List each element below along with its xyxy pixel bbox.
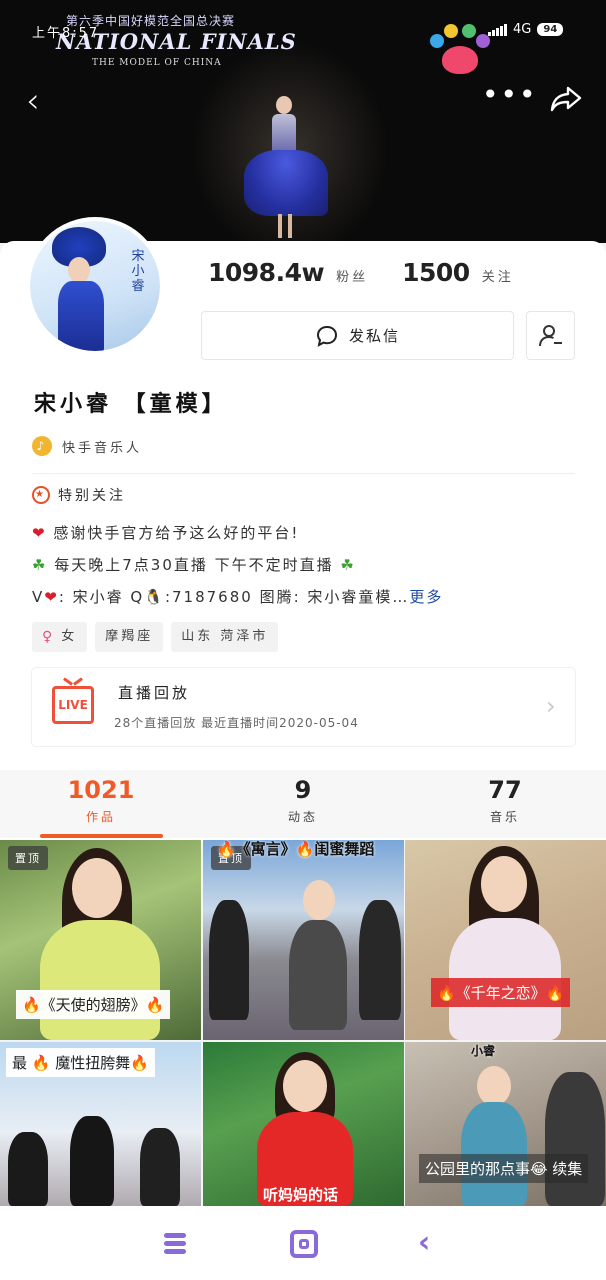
battery-icon: 94 (537, 23, 564, 36)
live-replay-card[interactable]: LIVE 直播回放 28个直播回放 最近直播时间2020-05-04 (32, 668, 575, 746)
role-badge[interactable]: ♪ 快手音乐人 (32, 436, 142, 456)
female-icon: ♀ (42, 629, 56, 645)
fans-count[interactable]: 1098.4w (208, 258, 325, 287)
following-count[interactable]: 1500 (402, 258, 470, 287)
special-follow[interactable]: ★ 特别关注 (32, 485, 126, 505)
video-caption: 🔥《寓言》🔥闺蜜舞蹈 (217, 840, 375, 858)
send-message-button[interactable]: 发私信 (201, 311, 514, 360)
video-caption: 公园里的那点事😂 续集 (419, 1154, 589, 1183)
tag-location: 山东 菏泽市 (171, 622, 279, 652)
heart-icon: ❤ (32, 524, 47, 542)
video-caption: 🔥《千年之恋》🔥 (431, 978, 571, 1007)
tab-active-indicator (40, 834, 163, 838)
divider (32, 473, 575, 474)
heart-icon: ❤ (44, 588, 59, 606)
content-tabs: 1021 作品 9 动态 77 音乐 (0, 770, 606, 838)
video-thumbnail[interactable]: 听妈妈的话 (203, 1042, 404, 1206)
clover-icon: ☘ (32, 556, 48, 574)
profile-nickname: 宋小睿 【童模】 (34, 392, 228, 417)
tag-zodiac: 摩羯座 (95, 622, 164, 652)
system-nav-bar: ‹ (0, 1206, 606, 1280)
follow-user-button[interactable] (526, 311, 575, 360)
event-subtitle: THE MODEL OF CHINA (92, 58, 222, 68)
video-thumbnail[interactable]: 最 🔥 魔性扭胯舞🔥 (0, 1042, 201, 1206)
cover-model-figure (240, 90, 330, 240)
avatar-name-tag: 宋小睿 (131, 249, 145, 294)
more-options-icon[interactable]: ••• (482, 80, 538, 110)
profile-stats: 1098.4w 粉丝 1500 关注 (208, 258, 514, 287)
network-type: 4G (513, 22, 532, 37)
clover-icon: ☘ (340, 556, 356, 574)
video-caption: 听妈妈的话 (263, 1186, 339, 1204)
signal-icon (488, 23, 507, 36)
recent-apps-icon[interactable] (164, 1230, 192, 1258)
live-tv-icon: LIVE (52, 686, 94, 724)
bio-line-1: ❤ 感谢快手官方给予这么好的平台! (32, 524, 300, 542)
star-icon: ★ (32, 486, 50, 504)
live-replay-title: 直播回放 (118, 684, 191, 702)
bio-more-link[interactable]: 更多 (409, 588, 443, 606)
back-nav-icon[interactable]: ‹ (418, 1228, 446, 1258)
role-label: 快手音乐人 (62, 440, 143, 456)
tab-music[interactable]: 77 音乐 (445, 776, 565, 825)
share-icon[interactable] (550, 86, 582, 116)
status-time: 上午8:57 (32, 26, 100, 41)
fans-label[interactable]: 粉丝 (336, 266, 368, 285)
special-follow-label: 特别关注 (58, 488, 126, 504)
video-caption: 🔥《天使的翅膀》🔥 (16, 990, 171, 1019)
live-replay-subtitle: 28个直播回放 最近直播时间2020-05-04 (114, 716, 359, 730)
tab-works[interactable]: 1021 作品 (41, 776, 161, 825)
status-icons: 4G 94 (488, 22, 564, 37)
profile-tags: ♀ 女 摩羯座 山东 菏泽市 (32, 622, 279, 652)
tab-moments[interactable]: 9 动态 (243, 776, 363, 825)
add-user-icon (538, 324, 562, 346)
profile-cover-banner[interactable]: 第六季中国好模范全国总决赛 NATIONAL FINALS THE MODEL … (0, 0, 606, 243)
video-thumbnail[interactable]: 🔥《千年之恋》🔥 (405, 840, 606, 1040)
penguin-icon: 🐧 (144, 588, 165, 606)
back-icon[interactable]: ‹ (26, 84, 40, 118)
avatar[interactable]: 宋小睿 (26, 217, 164, 355)
event-title-cn: 第六季中国好模范全国总决赛 (66, 14, 236, 28)
send-message-label: 发私信 (348, 327, 400, 345)
video-thumbnail[interactable]: 小睿 公园里的那点事😂 续集 (405, 1042, 606, 1206)
pinned-badge: 置顶 (8, 846, 48, 870)
chevron-right-icon: › (546, 692, 556, 720)
video-caption: 最 🔥 魔性扭胯舞🔥 (6, 1048, 155, 1077)
following-label[interactable]: 关注 (482, 266, 514, 285)
bio-line-2: ☘ 每天晚上7点30直播 下午不定时直播 ☘ (32, 556, 356, 574)
paw-logo (430, 24, 490, 78)
chat-bubble-icon (316, 325, 337, 347)
video-grid: 置顶 🔥《天使的翅膀》🔥 置顶 🔥《寓言》🔥闺蜜舞蹈 🔥《千年之恋》🔥 最 🔥 … (0, 840, 606, 1206)
home-icon[interactable] (290, 1230, 318, 1258)
video-thumbnail[interactable]: 置顶 🔥《寓言》🔥闺蜜舞蹈 (203, 840, 404, 1040)
video-thumbnail[interactable]: 置顶 🔥《天使的翅膀》🔥 (0, 840, 201, 1040)
bio-line-3: V❤: 宋小睿 Q🐧:7187680 图腾: 宋小睿童模…更多 (32, 588, 444, 606)
music-note-icon: ♪ (32, 436, 52, 456)
video-overlay-text: 小睿 (471, 1044, 496, 1058)
tag-gender: ♀ 女 (32, 622, 88, 652)
